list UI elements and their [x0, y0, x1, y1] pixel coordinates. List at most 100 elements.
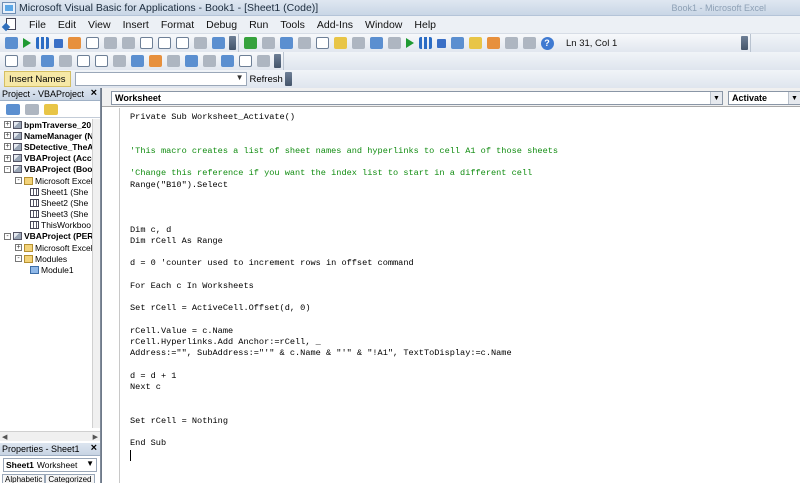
code-line[interactable]: Range("B10").Select: [130, 180, 228, 190]
project-tree-vertical-scrollbar[interactable]: [92, 119, 100, 428]
tree-item[interactable]: + SDetective_TheA: [0, 141, 92, 152]
code-line[interactable]: Set rCell = ActiveCell.Offset(d, 0): [130, 303, 311, 313]
help-icon[interactable]: ?: [540, 36, 554, 50]
outdent-icon[interactable]: [94, 55, 108, 67]
code-line[interactable]: d = d + 1: [130, 371, 176, 381]
reset-icon[interactable]: [53, 38, 63, 48]
break-button-icon[interactable]: [418, 37, 432, 49]
run-icon[interactable]: [22, 38, 31, 48]
code-line[interactable]: d = 0 'counter used to increment rows in…: [130, 258, 414, 268]
insert-names-button[interactable]: Insert Names: [4, 71, 71, 87]
list-constants-icon[interactable]: [4, 55, 18, 67]
break-icon[interactable]: [35, 37, 49, 49]
code-comment-line[interactable]: 'Change this reference if you want the i…: [130, 168, 532, 178]
view-excel-icon[interactable]: [243, 37, 257, 49]
design-mode-icon[interactable]: [450, 37, 464, 49]
quick-info-icon[interactable]: [22, 55, 36, 67]
tree-item[interactable]: Sheet2 (She: [0, 197, 92, 208]
project-tree-horizontal-scrollbar[interactable]: ◀ ▶: [0, 431, 100, 441]
toggle-breakpoint-icon[interactable]: [67, 37, 81, 49]
menu-view[interactable]: View: [82, 19, 117, 31]
previous-bookmark-icon[interactable]: [184, 55, 198, 67]
chevron-down-icon[interactable]: ▼: [236, 73, 244, 82]
watch-window-icon[interactable]: [175, 37, 189, 49]
menu-format[interactable]: Format: [155, 19, 200, 31]
object-browser-icon[interactable]: [504, 37, 518, 49]
code-line[interactable]: Address:="", SubAddress:="'" & c.Name & …: [130, 348, 512, 358]
indent-icon[interactable]: [76, 55, 90, 67]
toolbar-grip-icon-2[interactable]: [741, 36, 749, 50]
tree-item[interactable]: + NameManager (N: [0, 130, 92, 141]
insert-module-icon[interactable]: [261, 37, 275, 49]
menu-debug[interactable]: Debug: [200, 19, 243, 31]
locals-window-icon[interactable]: [139, 37, 153, 49]
code-comment-line[interactable]: 'This macro creates a list of sheet name…: [130, 146, 558, 156]
menu-add-ins[interactable]: Add-Ins: [311, 19, 359, 31]
collapse-icon[interactable]: -: [15, 255, 22, 263]
expand-icon[interactable]: +: [4, 154, 11, 162]
call-stack-icon[interactable]: [211, 37, 225, 49]
chevron-down-icon[interactable]: ▼: [710, 92, 722, 104]
chevron-down-icon[interactable]: ▼: [788, 92, 800, 104]
tab-categorized[interactable]: Categorized: [45, 474, 95, 483]
menu-window[interactable]: Window: [359, 19, 408, 31]
procedure-icon[interactable]: [256, 55, 270, 67]
toolbar-grip-icon-3[interactable]: [274, 54, 281, 68]
code-line[interactable]: For Each c In Worksheets: [130, 281, 254, 291]
code-line[interactable]: rCell.Hyperlinks.Add Anchor:=rCell, _: [130, 337, 321, 347]
code-editor[interactable]: Private Sub Worksheet_Activate() 'This ma…: [130, 108, 800, 483]
project-explorer-icon[interactable]: [468, 37, 482, 49]
menu-tools[interactable]: Tools: [274, 19, 311, 31]
quick-watch-icon[interactable]: [193, 37, 207, 49]
tree-item[interactable]: - Modules: [0, 253, 92, 264]
properties-window-icon[interactable]: [486, 37, 500, 49]
tree-item[interactable]: - VBAProject (PERS: [0, 231, 92, 242]
toolbox-icon[interactable]: [522, 37, 536, 49]
code-line[interactable]: Dim rCell As Range: [130, 236, 223, 246]
code-line[interactable]: Next c: [130, 382, 161, 392]
expand-icon[interactable]: +: [4, 143, 11, 151]
expand-icon[interactable]: +: [4, 132, 11, 140]
save-icon[interactable]: [279, 37, 293, 49]
code-line[interactable]: End Sub: [130, 438, 166, 448]
expand-icon[interactable]: +: [15, 244, 22, 252]
tree-item[interactable]: Sheet3 (She: [0, 209, 92, 220]
menu-run[interactable]: Run: [243, 19, 274, 31]
close-icon[interactable]: ×: [91, 442, 97, 454]
menu-file[interactable]: File: [23, 19, 52, 31]
step-over-icon[interactable]: [103, 37, 117, 49]
collapse-icon[interactable]: -: [15, 177, 22, 185]
collapse-icon[interactable]: -: [4, 232, 11, 240]
menu-edit[interactable]: Edit: [52, 19, 82, 31]
redo-icon[interactable]: [387, 37, 401, 49]
collapse-icon[interactable]: -: [4, 165, 11, 173]
scroll-left-icon[interactable]: ◀: [2, 433, 7, 441]
object-icon[interactable]: [238, 55, 252, 67]
tree-item[interactable]: + VBAProject (Acce: [0, 153, 92, 164]
code-margin-indicator-bar[interactable]: [102, 108, 120, 483]
copy-icon[interactable]: [315, 37, 329, 49]
code-line[interactable]: Set rCell = Nothing: [130, 416, 228, 426]
bookmark-icon[interactable]: [220, 55, 234, 67]
tree-item[interactable]: Sheet1 (She: [0, 186, 92, 197]
chevron-down-icon[interactable]: ▼: [86, 459, 94, 468]
toggle-bookmark-icon[interactable]: [148, 55, 162, 67]
properties-object-dropdown[interactable]: Sheet1 Worksheet ▼: [3, 458, 97, 472]
close-icon[interactable]: ×: [91, 87, 97, 99]
run-sub-icon[interactable]: [405, 38, 414, 48]
tree-item[interactable]: - Microsoft Excel O: [0, 175, 92, 186]
procedure-dropdown[interactable]: Activate ▼: [728, 91, 800, 105]
object-dropdown[interactable]: Worksheet ▼: [111, 91, 723, 105]
tree-item[interactable]: + bpmTraverse_20: [0, 119, 92, 130]
comment-block-icon[interactable]: [112, 55, 126, 67]
list-properties-icon[interactable]: [4, 37, 18, 49]
clear-bookmarks-icon[interactable]: [202, 55, 216, 67]
view-code-icon[interactable]: [5, 103, 20, 115]
menu-insert[interactable]: Insert: [117, 19, 155, 31]
tab-alphabetic[interactable]: Alphabetic: [2, 474, 46, 483]
undo-icon[interactable]: [369, 37, 383, 49]
tree-item[interactable]: - VBAProject (Book: [0, 164, 92, 175]
code-line[interactable]: rCell.Value = c.Name: [130, 326, 233, 336]
parameter-info-icon[interactable]: [40, 55, 54, 67]
complete-word-icon[interactable]: [58, 55, 72, 67]
